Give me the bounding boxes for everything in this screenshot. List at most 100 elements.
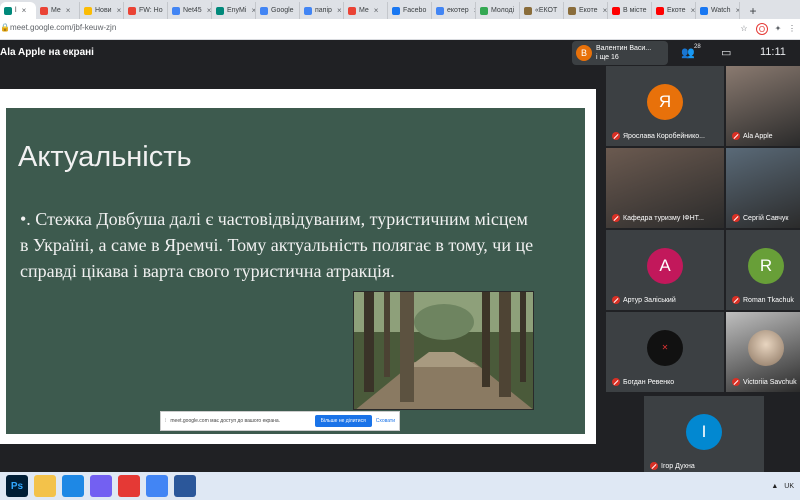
browser-tab[interactable]: Нови ×	[80, 2, 124, 19]
people-count: 28	[694, 44, 701, 50]
mic-off-icon	[732, 378, 740, 386]
browser-tab[interactable]: В місте×	[608, 2, 652, 19]
participant-tile[interactable]: R Roman Tkachuk	[726, 230, 800, 310]
participant-name-row: Ярослава Коробейнико...	[612, 132, 705, 140]
participant-tile[interactable]: Кафедра туризму ІФНТ...	[606, 148, 724, 228]
participant-name-row: Артур Заліський	[612, 296, 676, 304]
browser-tab[interactable]: «ЕКОТ×	[520, 2, 564, 19]
participant-name: Roman Tkachuk	[743, 296, 794, 304]
browser-tab[interactable]: Екоте ×	[564, 2, 608, 19]
participant-tile[interactable]: І Ігор Духна	[644, 396, 764, 476]
browser-tab[interactable]: l ×	[0, 2, 36, 19]
browser-tab[interactable]: Watch ×	[696, 2, 740, 19]
folder-icon[interactable]	[34, 475, 56, 497]
browser-tab-label: папір	[315, 7, 332, 14]
tab-close-icon[interactable]: ×	[736, 6, 739, 15]
browser-tab-label: Молоді	[491, 7, 515, 14]
participant-tile[interactable]: Victoriia Savchuk	[726, 312, 800, 392]
participant-name: Victoriia Savchuk	[743, 378, 797, 386]
participant-name: Сергій Савчук	[743, 214, 789, 222]
participant-name: Артур Заліський	[623, 296, 676, 304]
taskbar-apps: Ps	[6, 475, 196, 497]
menu-icon[interactable]: ⋮	[786, 23, 798, 35]
browser-tab-label: Net45	[183, 7, 202, 14]
browser-tab[interactable]: екотер×	[432, 2, 476, 19]
mic-off-icon	[612, 132, 620, 140]
participant-name-row: Victoriia Savchuk	[732, 378, 797, 386]
new-tab-button[interactable]: +	[744, 2, 762, 19]
forest-trail-photo	[353, 291, 534, 410]
browser-tab-label: Нови	[95, 7, 112, 14]
news-icon	[84, 6, 92, 15]
browser-tab-label: Me	[359, 7, 369, 14]
participant-name-row: Ala Apple	[732, 132, 773, 140]
participant-tile[interactable]: А Артур Заліський	[606, 230, 724, 310]
tab-close-icon[interactable]: ×	[337, 6, 342, 15]
browser-tab-label: «ЕКОТ	[535, 7, 558, 14]
browser-tab-label: Екоте	[667, 7, 686, 14]
browser-tab[interactable]: папір ×	[300, 2, 344, 19]
chrome-icon[interactable]	[146, 475, 168, 497]
presenter-chip[interactable]: В Валентин Васи... і ще 16	[572, 41, 668, 65]
tab-close-icon[interactable]: ×	[22, 6, 27, 15]
browser-tab[interactable]: EnyMi ×	[212, 2, 256, 19]
participant-tile[interactable]: Сергій Савчук	[726, 148, 800, 228]
browser-tab[interactable]: Екоте ×	[652, 2, 696, 19]
meet-icon	[4, 6, 12, 15]
participant-logo-icon: ✕	[647, 330, 683, 366]
browser-tab[interactable]: Google×	[256, 2, 300, 19]
windows-taskbar: Ps ▲ UK	[0, 472, 800, 500]
hide-button[interactable]: Сховати	[376, 418, 395, 424]
star-icon[interactable]: ☆	[738, 23, 750, 35]
ie-icon[interactable]	[62, 475, 84, 497]
site-icon	[480, 6, 488, 15]
url-text[interactable]: meet.google.com/jbf-keuw-zjn	[10, 23, 116, 32]
participant-name-row: Кафедра туризму ІФНТ...	[612, 214, 704, 222]
tab-close-icon[interactable]: ×	[374, 6, 379, 15]
browser-tab[interactable]: Facebo×	[388, 2, 432, 19]
tab-close-icon[interactable]: ×	[207, 6, 211, 15]
participant-tile[interactable]: Ala Apple	[726, 66, 800, 146]
browser-tab[interactable]: FW: Ho×	[124, 2, 168, 19]
participant-tile[interactable]: Я Ярослава Коробейнико...	[606, 66, 724, 146]
participant-name: Ala Apple	[743, 132, 773, 140]
mic-off-icon	[732, 132, 740, 140]
address-bar[interactable]: 🔒 meet.google.com/jbf-keuw-zjn ☆ O ✦ ⋮	[0, 19, 800, 40]
participant-photo	[748, 330, 784, 366]
chat-icon[interactable]: ▭	[721, 46, 731, 59]
participant-avatar: Я	[647, 84, 683, 120]
tab-close-icon[interactable]: ×	[66, 6, 71, 15]
lang-indicator[interactable]: UK	[784, 483, 794, 490]
browser-tab-label: Екоте	[579, 7, 598, 14]
browser-tab[interactable]: Молоді×	[476, 2, 520, 19]
gmail-icon	[40, 6, 48, 15]
presenter-more: і ще 16	[596, 54, 619, 61]
extensions-icon[interactable]: ✦	[772, 23, 784, 35]
participant-tile[interactable]: ✕ Богдан Ревенко	[606, 312, 724, 392]
stop-sharing-button[interactable]: Більше не ділитися	[314, 415, 372, 427]
viber-icon[interactable]	[90, 475, 112, 497]
participant-avatar: І	[686, 414, 722, 450]
photoshop-icon[interactable]: Ps	[6, 475, 28, 497]
browser-tab[interactable]: Me ×	[344, 2, 388, 19]
word-icon[interactable]	[174, 475, 196, 497]
google-icon	[304, 6, 312, 15]
mic-off-icon	[612, 296, 620, 304]
google-icon	[260, 6, 268, 15]
tab-close-icon[interactable]: ×	[691, 6, 695, 15]
opera-extension-icon[interactable]: O	[756, 23, 768, 35]
screen-icon[interactable]	[118, 475, 140, 497]
tab-close-icon[interactable]: ×	[117, 6, 122, 15]
browser-tab[interactable]: Net45 ×	[168, 2, 212, 19]
participant-grid: Я Ярослава Коробейнико... Ala Apple Кафедра…	[606, 66, 800, 484]
browser-tab[interactable]: Me ×	[36, 2, 80, 19]
meet-icon	[216, 6, 224, 15]
participant-avatar: R	[748, 248, 784, 284]
browser-tab-label: Facebo	[403, 7, 427, 14]
tray-chevron-icon[interactable]: ▲	[771, 483, 778, 490]
people-icon[interactable]: 👥	[681, 46, 695, 59]
tab-close-icon[interactable]: ×	[603, 6, 607, 15]
participant-name-row: Богдан Ревенко	[612, 378, 674, 386]
facebook-icon	[392, 6, 400, 15]
gmail-icon	[348, 6, 356, 15]
